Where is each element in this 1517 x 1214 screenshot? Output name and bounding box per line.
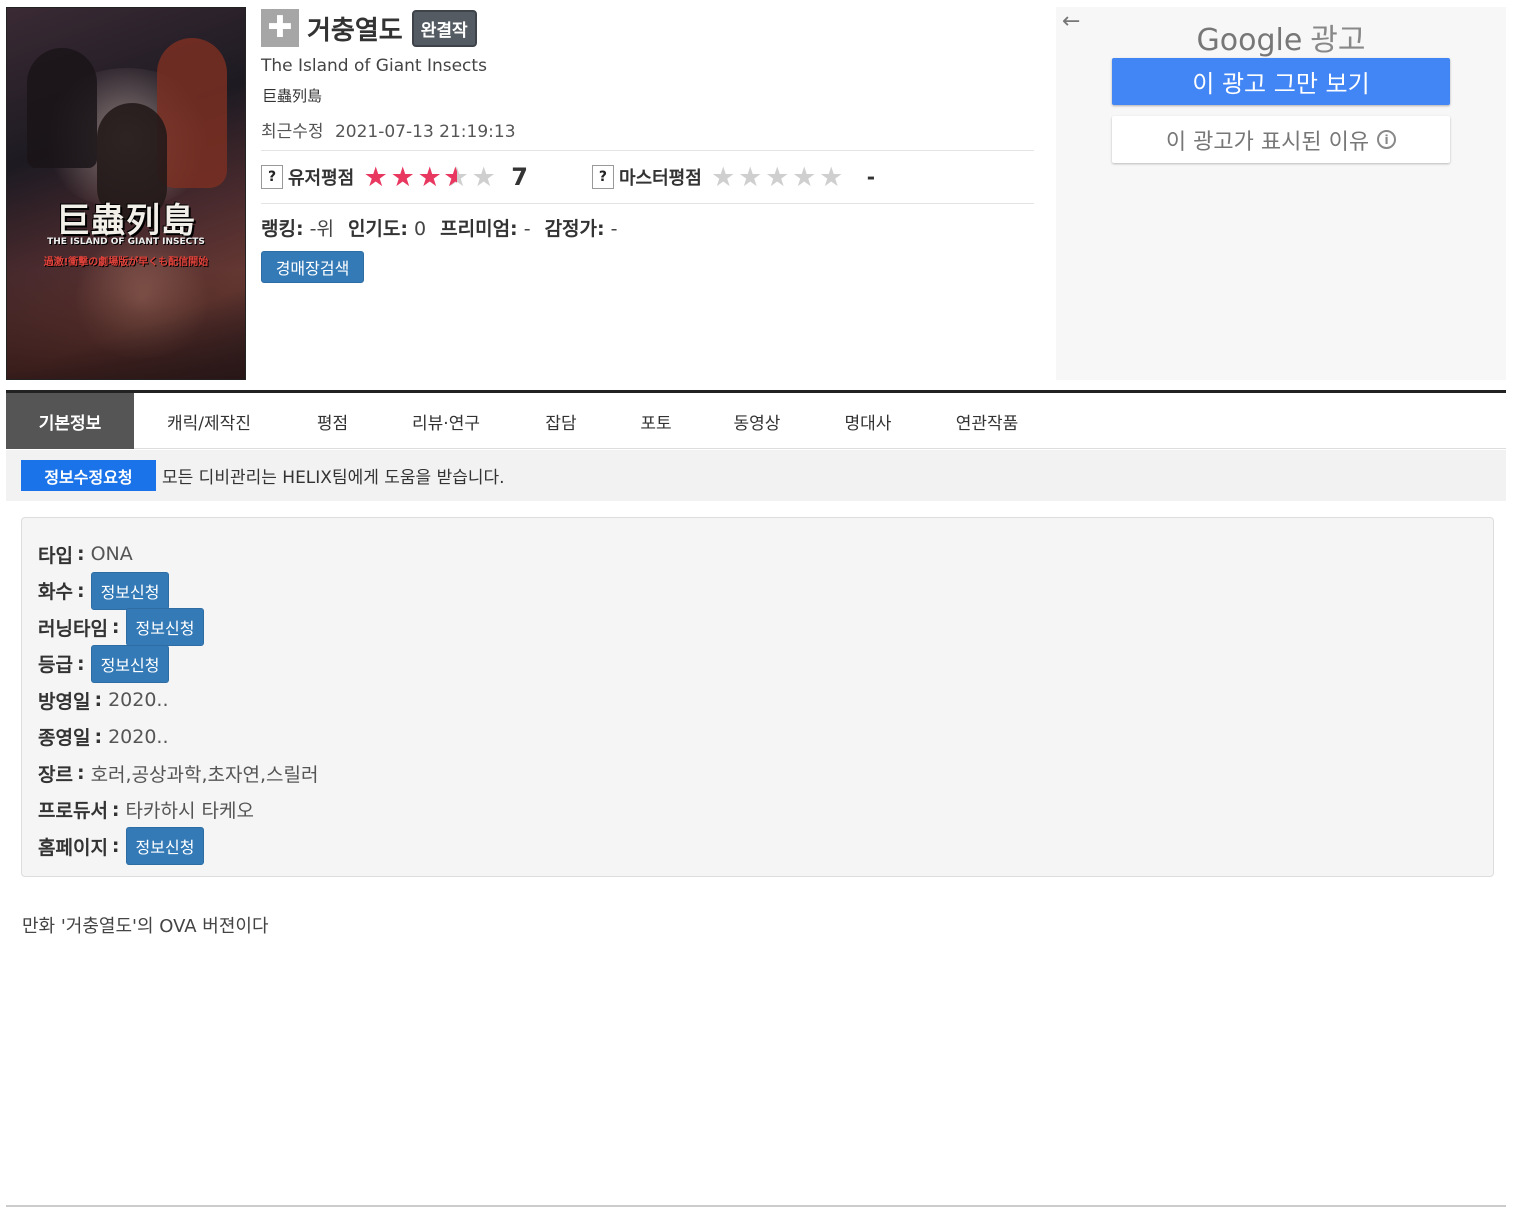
divider bbox=[6, 1205, 1506, 1207]
info-episodes: 화수: 정보신청 bbox=[38, 571, 1477, 610]
ad-label: 광고 bbox=[1310, 23, 1366, 58]
poster-art-figure-left bbox=[27, 48, 97, 168]
star-icon: ★ bbox=[819, 161, 844, 193]
why-ad-button[interactable]: 이 광고가 표시된 이유 i bbox=[1112, 116, 1450, 163]
notice-text: 모든 디비관리는 HELIX팀에게 도움을 받습니다. bbox=[162, 468, 505, 488]
master-rating: ? 마스터평점 ★ ★ ★ ★ ★ - bbox=[591, 164, 876, 191]
info-box: 타입: ONA 화수: 정보신청 러닝타임: 정보신청 등급: 정보신청 방영일… bbox=[21, 517, 1494, 877]
auction-search-button[interactable]: 경매장검색 bbox=[261, 251, 364, 283]
user-rating-label: 유저평점 bbox=[288, 168, 355, 189]
tab-related-works[interactable]: 연관작품 bbox=[923, 393, 1051, 449]
info-genre: 장르: 호러,공상과학,초자연,스릴러 bbox=[38, 762, 319, 786]
request-info-button[interactable]: 정보신청 bbox=[90, 571, 170, 610]
poster-logo-en: THE ISLAND OF GIANT INSECTS bbox=[47, 237, 205, 247]
poster-art-shadow bbox=[7, 269, 245, 379]
star-icon: ★ bbox=[792, 161, 817, 193]
poster-image[interactable]: 巨蟲列島 THE ISLAND OF GIANT INSECTS 過激!衝撃の劇… bbox=[6, 7, 246, 380]
title-row: ✚ 거충열도 완결작 bbox=[261, 9, 477, 47]
last-updated: 최근수정 2021-07-13 21:19:13 bbox=[261, 117, 516, 142]
title-japanese: 巨蟲列島 bbox=[262, 87, 323, 105]
star-icon: ★ bbox=[738, 161, 763, 193]
title-english: The Island of Giant Insects bbox=[261, 56, 487, 76]
info-homepage: 홈페이지: 정보신청 bbox=[38, 827, 1477, 866]
stop-ad-button[interactable]: 이 광고 그만 보기 bbox=[1112, 58, 1450, 105]
request-info-button[interactable]: 정보신청 bbox=[90, 644, 170, 683]
tab-ratings[interactable]: 평점 bbox=[284, 393, 381, 449]
why-ad-label: 이 광고가 표시된 이유 bbox=[1165, 129, 1370, 155]
info-aired: 방영일: 2020.. bbox=[38, 689, 169, 713]
tab-photos[interactable]: 포토 bbox=[611, 393, 701, 449]
plus-icon[interactable]: ✚ bbox=[261, 9, 299, 47]
star-icon[interactable]: ★ bbox=[443, 164, 470, 191]
synopsis: 만화 '거충열도'의 OVA 버젼이다 bbox=[22, 916, 269, 937]
request-info-button[interactable]: 정보신청 bbox=[125, 608, 205, 647]
info-icon: i bbox=[1377, 130, 1397, 149]
star-icon[interactable]: ★ bbox=[362, 164, 389, 191]
tab-videos[interactable]: 동영상 bbox=[701, 393, 813, 449]
help-icon[interactable]: ? bbox=[591, 165, 614, 189]
edit-request-button[interactable]: 정보수정요청 bbox=[21, 460, 156, 491]
info-producer: 프로듀서: 타카하시 타케오 bbox=[38, 798, 254, 823]
star-icon[interactable]: ★ bbox=[416, 164, 443, 191]
stat-ranking: 랭킹: -위 bbox=[261, 218, 334, 240]
updated-label: 최근수정 bbox=[261, 122, 324, 142]
updated-value: 2021-07-13 21:19:13 bbox=[334, 122, 516, 142]
poster-logo-sub: 過激!衝撃の劇場版が早くも配信開始 bbox=[43, 257, 209, 268]
user-rating-stars[interactable]: ★ ★ ★ ★ ★ bbox=[362, 164, 497, 191]
page-title: 거충열도 bbox=[307, 15, 403, 46]
star-icon[interactable]: ★ bbox=[470, 164, 497, 191]
poster-logo-jp: 巨蟲列島 bbox=[56, 201, 196, 241]
user-rating-value: 7 bbox=[511, 163, 528, 191]
info-type: 타입: ONA bbox=[38, 543, 133, 567]
google-ad: ← Google 광고 이 광고 그만 보기 이 광고가 표시된 이유 i bbox=[1056, 7, 1506, 380]
info-runtime: 러닝타임: 정보신청 bbox=[38, 608, 1477, 647]
stat-appraiser: 감정가: - bbox=[544, 218, 618, 240]
google-logo: Google bbox=[1196, 23, 1303, 58]
tab-bar: 기본정보 캐릭/제작진 평점 리뷰·연구 잡담 포토 동영상 명대사 연관작품 bbox=[6, 390, 1506, 449]
poster-art-figure-right bbox=[157, 38, 227, 188]
master-rating-stars: ★ ★ ★ ★ ★ bbox=[710, 164, 845, 191]
status-badge: 완결작 bbox=[411, 9, 477, 47]
tab-reviews[interactable]: 리뷰·연구 bbox=[381, 393, 511, 449]
stat-popularity: 인기도: 0 bbox=[347, 218, 427, 240]
rating-row: ? 유저평점 ★★★★★ 7 ? 마스터평점 ★★★★★ - bbox=[261, 150, 1034, 204]
tab-characters-staff[interactable]: 캐릭/제작진 bbox=[134, 393, 284, 449]
tab-chat[interactable]: 잡담 bbox=[511, 393, 611, 449]
stat-premium: 프리미엄: - bbox=[440, 218, 531, 240]
info-rating: 등급: 정보신청 bbox=[38, 644, 1477, 683]
notice-bar: 정보수정요청 모든 디비관리는 HELIX팀에게 도움을 받습니다. bbox=[6, 450, 1506, 501]
request-info-button[interactable]: 정보신청 bbox=[125, 827, 205, 866]
ad-header: Google 광고 bbox=[1056, 15, 1506, 59]
star-icon[interactable]: ★ bbox=[389, 164, 416, 191]
master-rating-value: - bbox=[866, 165, 876, 189]
star-icon: ★ bbox=[711, 161, 736, 193]
tab-quotes[interactable]: 명대사 bbox=[813, 393, 923, 449]
help-icon[interactable]: ? bbox=[261, 165, 283, 189]
stats-row: 랭킹: -위 인기도: 0 프리미엄: - 감정가: - bbox=[261, 214, 618, 241]
tab-basic-info[interactable]: 기본정보 bbox=[6, 393, 134, 449]
master-rating-label: 마스터평점 bbox=[618, 168, 702, 189]
info-ended: 종영일: 2020.. bbox=[38, 725, 169, 750]
star-icon: ★ bbox=[765, 161, 790, 193]
